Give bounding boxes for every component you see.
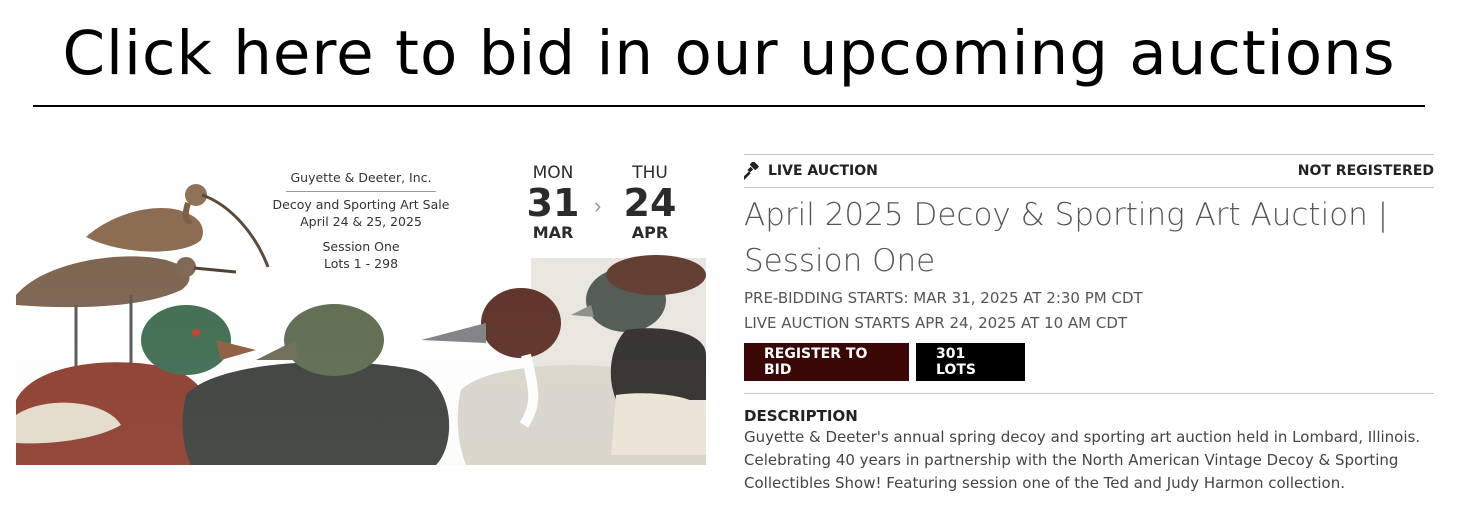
description-heading: DESCRIPTION	[744, 407, 858, 425]
gavel-icon	[744, 162, 759, 180]
auction-type-label: LIVE AUCTION	[768, 163, 878, 179]
prebid-start: PRE-BIDDING STARTS: MAR 31, 2025 AT 2:30…	[744, 289, 1143, 307]
promo-lots: Lots 1 - 298	[323, 256, 399, 271]
auction-times: PRE-BIDDING STARTS: MAR 31, 2025 AT 2:30…	[744, 286, 1434, 336]
view-lots-button[interactable]: 301 LOTS	[916, 343, 1025, 381]
title-divider	[744, 187, 1434, 188]
promo-company: Guyette & Deeter, Inc.	[290, 170, 432, 185]
chevron-right-icon: ›	[594, 193, 602, 218]
promo-sale-dates: April 24 & 25, 2025	[300, 214, 422, 229]
promo-sale-info: Guyette & Deeter, Inc. Decoy and Sportin…	[251, 169, 471, 272]
register-to-bid-button[interactable]: REGISTER TO BID	[744, 343, 909, 381]
action-buttons: REGISTER TO BID 301 LOTS	[744, 343, 1434, 381]
start-month: MAR	[532, 223, 574, 242]
auction-type: LIVE AUCTION	[744, 162, 878, 180]
promo-session: Session One	[322, 239, 400, 254]
upcoming-auctions-link[interactable]: Click here to bid in our upcoming auctio…	[0, 14, 1458, 94]
start-day: MON	[532, 163, 574, 183]
banner-divider	[33, 105, 1425, 107]
auction-details: LIVE AUCTION NOT REGISTERED April 2025 D…	[744, 154, 1434, 495]
end-day: THU	[632, 163, 668, 183]
auction-promo-image[interactable]: Guyette & Deeter, Inc. Decoy and Sportin…	[16, 155, 706, 465]
registration-status: NOT REGISTERED	[1297, 163, 1434, 179]
start-num: 31	[526, 181, 580, 225]
promo-divider	[286, 191, 436, 192]
description-divider	[744, 393, 1434, 394]
status-row: LIVE AUCTION NOT REGISTERED	[744, 155, 1434, 187]
description-text: Guyette & Deeter's annual spring decoy a…	[744, 428, 1421, 492]
end-month: APR	[631, 223, 669, 242]
promo-sale-name: Decoy and Sporting Art Sale	[272, 197, 450, 212]
auction-title[interactable]: April 2025 Decoy & Sporting Art Auction …	[744, 192, 1434, 284]
end-num: 24	[623, 181, 677, 225]
promo-end-date: THU 24 APR	[614, 163, 686, 243]
promo-start-date: MON 31 MAR	[517, 163, 589, 243]
live-start: LIVE AUCTION STARTS APR 24, 2025 AT 10 A…	[744, 314, 1128, 332]
